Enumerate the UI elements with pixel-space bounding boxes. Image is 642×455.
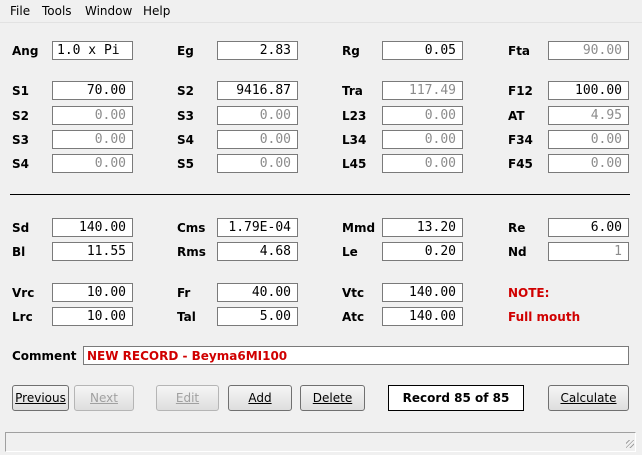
previous-button[interactable]: Previous (12, 385, 69, 411)
add-button[interactable]: Add (228, 385, 292, 411)
resize-grip-icon[interactable] (626, 440, 634, 448)
field-mmd[interactable]: 13.20 (382, 218, 463, 237)
label-mmd: Mmd (342, 221, 376, 235)
label-cms: Cms (177, 221, 206, 235)
label-f34: F34 (508, 133, 533, 147)
field-re[interactable]: 6.00 (548, 218, 629, 237)
section-divider (10, 194, 630, 195)
label-l23: L23 (342, 109, 367, 123)
label-s1: S1 (12, 84, 29, 98)
field-lrc[interactable]: 10.00 (52, 307, 133, 326)
label-s3: S3 (12, 133, 29, 147)
comment-field[interactable]: NEW RECORD - Beyma6MI100 (83, 346, 629, 365)
label-lrc: Lrc (12, 310, 33, 324)
label-s2-col2: S2 (177, 84, 194, 98)
label-fta: Fta (508, 44, 531, 58)
label-nd: Nd (508, 245, 527, 259)
field-s3-col2[interactable]: 0.00 (217, 106, 298, 125)
field-le[interactable]: 0.20 (382, 242, 463, 261)
field-vtc[interactable]: 140.00 (382, 283, 463, 302)
field-s2[interactable]: 0.00 (52, 106, 133, 125)
label-fr: Fr (177, 286, 191, 300)
field-s4-col2[interactable]: 0.00 (217, 130, 298, 149)
field-sd[interactable]: 140.00 (52, 218, 133, 237)
field-s1[interactable]: 70.00 (52, 81, 133, 100)
menu-file[interactable]: File (10, 4, 30, 18)
label-s5: S5 (177, 157, 194, 171)
menu-help[interactable]: Help (143, 4, 170, 18)
label-s3-col2: S3 (177, 109, 194, 123)
field-eg[interactable]: 2.83 (217, 41, 298, 60)
field-l34[interactable]: 0.00 (382, 130, 463, 149)
field-f45[interactable]: 0.00 (548, 154, 629, 173)
field-rg[interactable]: 0.05 (382, 41, 463, 60)
label-s4: S4 (12, 157, 29, 171)
calculate-button[interactable]: Calculate (548, 385, 629, 411)
field-f12[interactable]: 100.00 (548, 81, 629, 100)
field-s2-col2[interactable]: 9416.87 (217, 81, 298, 100)
status-bar (5, 432, 636, 452)
label-s2: S2 (12, 109, 29, 123)
field-s5[interactable]: 0.00 (217, 154, 298, 173)
field-l23[interactable]: 0.00 (382, 106, 463, 125)
field-atc[interactable]: 140.00 (382, 307, 463, 326)
field-at: 4.95 (548, 106, 629, 125)
label-at: AT (508, 109, 525, 123)
label-s4-col2: S4 (177, 133, 194, 147)
field-vrc[interactable]: 10.00 (52, 283, 133, 302)
field-fr[interactable]: 40.00 (217, 283, 298, 302)
label-ang: Ang (12, 44, 39, 58)
delete-button[interactable]: Delete (300, 385, 365, 411)
label-tal: Tal (177, 310, 196, 324)
label-bl: Bl (12, 245, 26, 259)
menu-tools[interactable]: Tools (42, 4, 72, 18)
field-tra: 117.49 (382, 81, 463, 100)
label-vtc: Vtc (342, 286, 365, 300)
label-sd: Sd (12, 221, 30, 235)
label-le: Le (342, 245, 358, 259)
label-atc: Atc (342, 310, 365, 324)
note-title: NOTE: (508, 286, 550, 300)
label-l45: L45 (342, 157, 367, 171)
field-s4[interactable]: 0.00 (52, 154, 133, 173)
field-tal[interactable]: 5.00 (217, 307, 298, 326)
field-f34[interactable]: 0.00 (548, 130, 629, 149)
menu-bar: File Tools Window Help (0, 0, 642, 23)
label-f45: F45 (508, 157, 533, 171)
label-re: Re (508, 221, 526, 235)
label-rg: Rg (342, 44, 360, 58)
label-rms: Rms (177, 245, 206, 259)
field-bl[interactable]: 11.55 (52, 242, 133, 261)
field-ang[interactable]: 1.0 x Pi (52, 41, 133, 60)
field-s3[interactable]: 0.00 (52, 130, 133, 149)
field-cms[interactable]: 1.79E-04 (217, 218, 298, 237)
menu-window[interactable]: Window (85, 4, 132, 18)
next-button[interactable]: Next (74, 385, 134, 411)
label-comment: Comment (12, 349, 77, 363)
edit-button[interactable]: Edit (156, 385, 219, 411)
field-fta: 90.00 (548, 41, 629, 60)
label-f12: F12 (508, 84, 533, 98)
note-text: Full mouth (508, 310, 581, 324)
record-indicator: Record 85 of 85 (388, 385, 524, 411)
label-vrc: Vrc (12, 286, 35, 300)
label-l34: L34 (342, 133, 367, 147)
label-eg: Eg (177, 44, 194, 58)
field-l45[interactable]: 0.00 (382, 154, 463, 173)
field-nd: 1 (548, 242, 629, 261)
field-rms[interactable]: 4.68 (217, 242, 298, 261)
label-tra: Tra (342, 84, 363, 98)
